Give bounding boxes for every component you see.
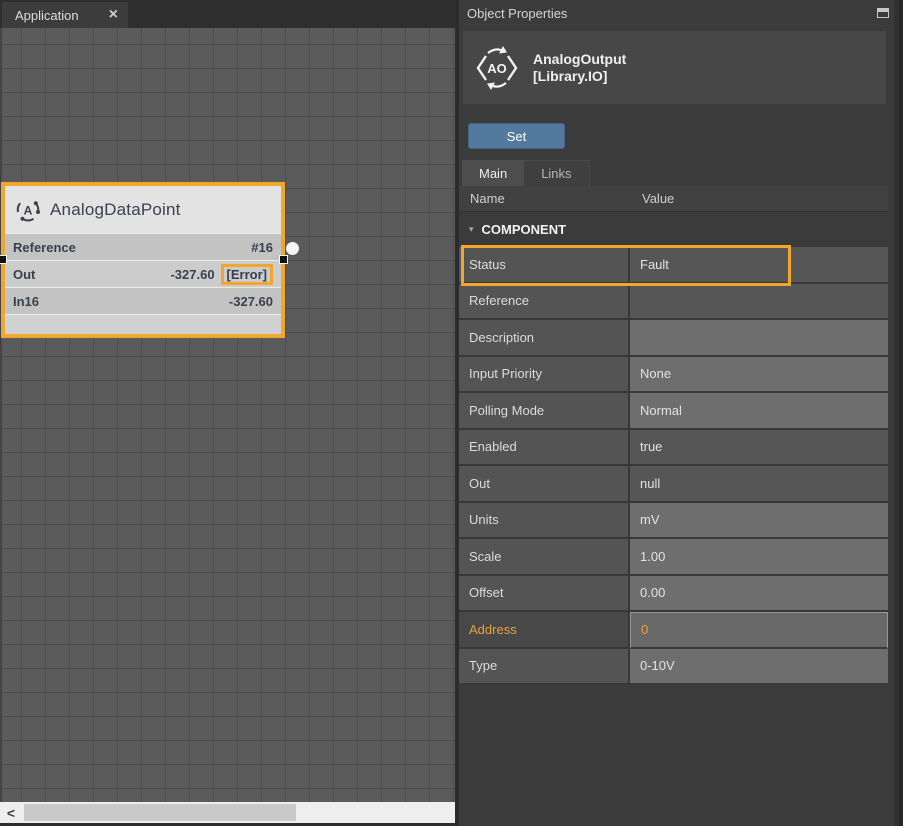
set-button[interactable]: Set: [468, 123, 565, 149]
node-title: AnalogDataPoint: [50, 200, 181, 220]
property-name-cell: Description: [459, 320, 630, 357]
object-properties-panel: Object Properties AO AnalogOutput [Libra…: [459, 0, 903, 826]
table-row[interactable]: Enabled true: [459, 430, 888, 467]
output-port[interactable]: [286, 242, 299, 255]
analog-point-icon: A: [15, 197, 41, 223]
column-header-name: Name: [459, 186, 632, 211]
property-name-cell: Units: [459, 503, 630, 540]
property-value-cell[interactable]: null: [630, 466, 888, 503]
panel-tabs: Main Links: [462, 160, 590, 187]
tab-bar: Application ×: [0, 0, 455, 28]
panel-titlebar: Object Properties: [459, 0, 903, 26]
table-row[interactable]: Input Priority None: [459, 357, 888, 394]
group-label: COMPONENT: [482, 222, 567, 237]
property-value-cell[interactable]: 1.00: [630, 539, 888, 576]
wiring-canvas[interactable]: A AnalogDataPoint Reference #16 Out -327…: [0, 28, 455, 802]
scrollbar-thumb[interactable]: [24, 804, 296, 821]
chevron-down-icon: ▾: [469, 224, 474, 235]
table-row[interactable]: Polling Mode Normal: [459, 393, 888, 430]
column-header-value: Value: [632, 186, 888, 211]
property-value-cell[interactable]: Normal: [630, 393, 888, 430]
node-header: A AnalogDataPoint: [5, 186, 281, 233]
table-row[interactable]: Description: [459, 320, 888, 357]
table-row[interactable]: Out null: [459, 466, 888, 503]
table-rows: Status Fault Reference Description Input…: [459, 247, 888, 685]
table-row[interactable]: Offset 0.00: [459, 576, 888, 613]
tab-application[interactable]: Application ×: [2, 2, 128, 28]
object-type: AnalogOutput: [533, 51, 626, 67]
node-property-value: -327.60: [170, 267, 214, 282]
editor-pane: Application × A AnalogDataPoint Referenc…: [0, 0, 455, 826]
table-row[interactable]: Units mV: [459, 503, 888, 540]
panel-right-edge: [894, 0, 903, 826]
svg-text:A: A: [24, 203, 33, 217]
property-name-cell: Enabled: [459, 430, 630, 467]
node-property-name: Reference: [13, 240, 251, 255]
table-header: Name Value: [459, 186, 888, 211]
property-name-cell: Address: [459, 612, 630, 649]
node-rows: Reference #16 Out -327.60 [Error] In16 -…: [5, 233, 281, 314]
tab-links[interactable]: Links: [524, 160, 589, 187]
table-row[interactable]: Address 0: [459, 612, 888, 649]
panel-title: Object Properties: [467, 6, 567, 21]
table-row[interactable]: Status Fault: [459, 247, 888, 284]
error-badge: [Error]: [221, 264, 273, 285]
scroll-left-button[interactable]: <: [0, 802, 22, 823]
node-property-value: -327.60: [229, 294, 273, 309]
property-value-cell[interactable]: 0-10V: [630, 649, 888, 686]
node-footer: [5, 314, 281, 334]
property-value-cell[interactable]: 0.00: [630, 576, 888, 613]
property-value-cell[interactable]: Fault: [630, 247, 888, 284]
table-row[interactable]: Scale 1.00: [459, 539, 888, 576]
tab-label: Application: [15, 8, 109, 23]
property-name-cell: Offset: [459, 576, 630, 613]
property-value-cell[interactable]: 0: [630, 612, 888, 649]
property-name-cell: Type: [459, 649, 630, 686]
resize-handle-right[interactable]: [279, 255, 288, 264]
properties-table: Name Value ▾ COMPONENT Status Fault Refe…: [459, 186, 888, 685]
property-name-cell: Input Priority: [459, 357, 630, 394]
node-property-value: #16: [251, 240, 273, 255]
property-name-cell: Status: [459, 247, 630, 284]
table-row[interactable]: Type 0-10V: [459, 649, 888, 686]
node-property-row[interactable]: Out -327.60 [Error]: [5, 260, 281, 287]
object-header: AO AnalogOutput [Library.IO]: [463, 31, 886, 104]
node-property-name: In16: [13, 294, 229, 309]
horizontal-scrollbar[interactable]: <: [0, 802, 455, 823]
node-property-name: Out: [13, 267, 170, 282]
property-value-cell[interactable]: [630, 284, 888, 321]
dock-window-icon[interactable]: [877, 8, 889, 18]
close-icon[interactable]: ×: [109, 7, 118, 23]
svg-text:AO: AO: [487, 61, 507, 76]
property-name-cell: Out: [459, 466, 630, 503]
property-value-cell[interactable]: None: [630, 357, 888, 394]
tab-main[interactable]: Main: [462, 160, 524, 187]
property-name-cell: Reference: [459, 284, 630, 321]
property-name-cell: Polling Mode: [459, 393, 630, 430]
table-row[interactable]: Reference: [459, 284, 888, 321]
resize-handle-left[interactable]: [0, 255, 7, 264]
property-value-cell[interactable]: [630, 320, 888, 357]
component-group-header[interactable]: ▾ COMPONENT: [459, 211, 888, 247]
property-name-cell: Scale: [459, 539, 630, 576]
analog-datapoint-node[interactable]: A AnalogDataPoint Reference #16 Out -327…: [1, 182, 285, 338]
property-value-cell[interactable]: true: [630, 430, 888, 467]
node-property-row[interactable]: Reference #16: [5, 233, 281, 260]
analog-output-icon: AO: [474, 43, 520, 93]
object-library: [Library.IO]: [533, 68, 626, 84]
node-property-row[interactable]: In16 -327.60: [5, 287, 281, 314]
property-value-cell[interactable]: mV: [630, 503, 888, 540]
